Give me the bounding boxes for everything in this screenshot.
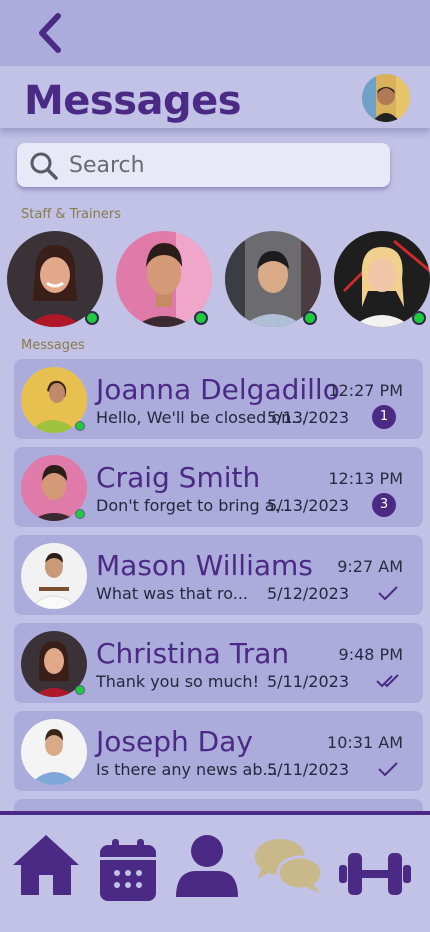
search-bar[interactable] [17, 143, 390, 187]
search-icon [30, 152, 58, 180]
user-avatar[interactable] [362, 74, 410, 122]
contact-name: Joanna Delgadillo [96, 373, 340, 406]
read-double-check-icon [376, 674, 399, 688]
search-input[interactable] [69, 149, 369, 181]
page-title: Messages [24, 78, 242, 124]
online-indicator [85, 311, 99, 325]
message-item[interactable]: Craig Smith 12:13 PM Don't forget to bri… [14, 447, 423, 527]
contact-avatar [21, 631, 87, 697]
contact-avatar [21, 455, 87, 521]
message-date: 5/13/2023 [266, 496, 349, 515]
contact-avatar [21, 719, 87, 785]
online-indicator [75, 685, 85, 695]
contact-name: Craig Smith [96, 461, 261, 494]
online-indicator [194, 311, 208, 325]
message-preview: Don't forget to bring a... [96, 496, 290, 515]
message-item[interactable]: Christina Tran 9:48 PM Thank you so much… [14, 623, 423, 703]
message-time: 12:27 PM [328, 381, 403, 400]
back-button[interactable] [28, 8, 72, 58]
staff-section-label: Staff & Trainers [21, 207, 121, 222]
nav-messages[interactable] [254, 837, 324, 899]
sent-check-icon [378, 586, 398, 601]
online-indicator [412, 311, 426, 325]
unread-count-badge: 1 [372, 405, 396, 429]
nav-calendar[interactable] [100, 837, 156, 907]
calendar-icon [100, 839, 156, 901]
nav-workouts[interactable] [339, 851, 411, 901]
contact-name: Joseph Day [96, 725, 253, 758]
message-time: 12:13 PM [328, 469, 403, 488]
message-preview: Thank you so much! [96, 672, 259, 691]
messages-section-label: Messages [21, 338, 85, 353]
online-indicator [75, 421, 85, 431]
message-date: 5/12/2023 [266, 584, 349, 603]
contact-avatar [21, 367, 87, 433]
staff-avatar[interactable] [116, 231, 212, 327]
message-item[interactable]: Joseph Day 10:31 AM Is there any news ab… [14, 711, 423, 791]
bottom-nav [0, 815, 430, 932]
message-item[interactable]: Joanna Delgadillo 12:27 PM Hello, We'll … [14, 359, 423, 439]
chat-icon [255, 839, 324, 893]
contact-avatar [21, 543, 87, 609]
message-date: 5/11/2023 [266, 760, 349, 779]
staff-avatar[interactable] [7, 231, 103, 327]
profile-icon [176, 835, 238, 897]
message-date: 5/11/2023 [266, 672, 349, 691]
message-preview: What was that ro... [96, 584, 249, 603]
staff-row [6, 231, 430, 331]
message-time: 9:48 PM [338, 645, 403, 664]
nav-profile[interactable] [174, 833, 240, 903]
unread-count-badge: 3 [372, 493, 396, 517]
home-icon [13, 835, 79, 895]
staff-avatar[interactable] [334, 231, 430, 327]
message-item[interactable]: Mason Williams 9:27 AM What was that ro.… [14, 535, 423, 615]
dumbbell-icon [339, 853, 411, 895]
contact-name: Christina Tran [96, 637, 290, 670]
online-indicator [75, 509, 85, 519]
staff-avatar[interactable] [225, 231, 321, 327]
sent-check-icon [378, 762, 398, 777]
online-indicator [303, 311, 317, 325]
message-preview: Is there any news ab... [96, 760, 278, 779]
contact-name: Mason Williams [96, 549, 313, 582]
message-time: 10:31 AM [327, 733, 403, 752]
message-list: Joanna Delgadillo 12:27 PM Hello, We'll … [14, 359, 423, 811]
message-item[interactable] [14, 799, 423, 811]
message-date: 5/13/2023 [266, 408, 349, 427]
nav-home[interactable] [11, 833, 81, 901]
message-time: 9:27 AM [337, 557, 403, 576]
chevron-left-icon [39, 13, 61, 53]
